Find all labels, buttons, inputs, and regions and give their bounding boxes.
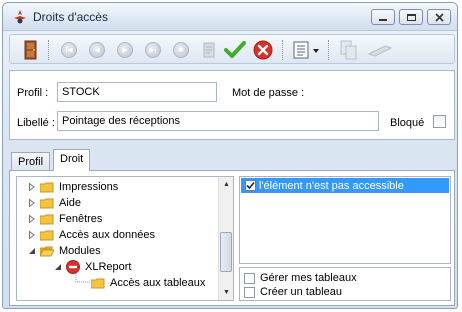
folder-open-icon (40, 246, 54, 256)
copy-icon (340, 40, 357, 60)
tree-item-label: XLReport (85, 261, 132, 273)
window: Droits d'accès |◀ ◀ ▶ ▶| ✱ Profil: STOC… (2, 2, 458, 309)
tree-item-acces-donnees[interactable]: Accès aux données (27, 227, 155, 243)
tree-item-impressions[interactable]: Impressions (27, 179, 118, 195)
option-checkbox[interactable] (244, 272, 255, 284)
tree-item-aide[interactable]: Aide (27, 195, 81, 211)
app-icon (14, 10, 26, 24)
last-record-icon: ▶| (145, 42, 161, 58)
libelle-label: Libellé : (17, 117, 55, 129)
new-record-button[interactable]: ✱ (170, 39, 192, 61)
expand-arrow-icon[interactable] (27, 183, 36, 192)
title-bar: Droits d'accès (3, 3, 457, 31)
option-creer-tableau[interactable]: Créer un tableau (244, 285, 342, 299)
first-record-icon: |◀ (61, 42, 77, 58)
rights-tree[interactable]: Impressions Aide Fenêtres Accès aux donn… (16, 176, 234, 301)
tree-scrollbar[interactable]: ▲ ▼ (218, 177, 233, 300)
folder-icon (91, 278, 105, 288)
last-record-button[interactable]: ▶| (142, 39, 164, 61)
rights-checkbox[interactable] (245, 180, 256, 191)
previous-record-button[interactable]: ◀ (86, 39, 108, 61)
toolbar: |◀ ◀ ▶ ▶| ✱ (9, 34, 455, 64)
minimize-button[interactable] (371, 9, 395, 25)
rights-list-item[interactable]: l'élément n'est pas accessible (241, 178, 449, 193)
tab-profil[interactable]: Profil (11, 152, 51, 172)
password-label: Mot de passe : (232, 87, 305, 99)
option-label: Gérer mes tableaux (260, 272, 357, 284)
profil-label: Profil : (17, 87, 49, 99)
profil-field[interactable]: STOCK (57, 82, 217, 102)
window-title: Droits d'accès (33, 10, 108, 24)
option-label: Créer un tableau (260, 286, 342, 298)
maximize-button[interactable] (399, 9, 423, 25)
rights-list: l'élément n'est pas accessible (239, 176, 451, 264)
scroll-thumb[interactable] (220, 232, 232, 272)
edit-record-icon (203, 42, 215, 58)
option-gerer-tableaux[interactable]: Gérer mes tableaux (244, 271, 357, 285)
profile-form: Profil : STOCK Mot de passe : Libellé : … (9, 70, 455, 140)
checkmark-small-icon (246, 181, 255, 190)
scroll-up-icon[interactable]: ▲ (219, 177, 233, 192)
tree-item-label: Fenêtres (59, 213, 103, 225)
option-checkbox[interactable] (244, 286, 255, 298)
scroll-down-icon[interactable]: ▼ (219, 285, 233, 300)
maximize-icon (406, 13, 416, 21)
tool-button[interactable] (366, 39, 396, 61)
first-record-button[interactable]: |◀ (58, 39, 80, 61)
checkmark-icon (224, 41, 246, 58)
collapse-arrow-icon[interactable] (27, 247, 36, 256)
folder-icon (40, 182, 54, 192)
list-menu-icon (293, 41, 319, 59)
tree-item-xlreport[interactable]: XLReport (53, 259, 131, 275)
tree-item-label: Accès aux tableaux (110, 277, 206, 289)
edit-record-button[interactable] (198, 39, 220, 61)
tree-item-acces-tableaux[interactable]: Accès aux tableaux (91, 275, 205, 291)
tree-item-modules[interactable]: Modules (27, 243, 101, 259)
collapse-arrow-icon[interactable] (53, 263, 62, 272)
previous-record-icon: ◀ (89, 42, 105, 58)
tree-item-label: Accès aux données (59, 229, 156, 241)
new-record-icon: ✱ (173, 42, 189, 58)
door-exit-icon (24, 40, 37, 60)
expand-arrow-icon[interactable] (27, 199, 36, 208)
libelle-field[interactable]: Pointage des réceptions (57, 111, 379, 131)
tab-droit[interactable]: Droit (53, 149, 91, 171)
bloque-label: Bloqué (390, 117, 425, 129)
validate-button[interactable] (224, 39, 246, 61)
copy-button[interactable] (338, 39, 360, 61)
rights-item-label: l'élément n'est pas accessible (259, 179, 404, 192)
bloque-checkbox[interactable] (433, 115, 446, 128)
tree-connector (75, 273, 90, 283)
tree-item-label: Modules (59, 245, 101, 257)
expand-arrow-icon[interactable] (27, 215, 36, 224)
minimize-icon (379, 18, 387, 21)
cancel-button[interactable] (252, 39, 274, 61)
folder-icon (40, 230, 54, 240)
cancel-icon (253, 40, 273, 60)
close-button[interactable] (427, 9, 451, 25)
list-menu-button[interactable] (292, 39, 322, 61)
options-list: Gérer mes tableaux Créer un tableau (239, 267, 451, 301)
tree-item-label: Aide (59, 197, 82, 209)
expand-arrow-icon[interactable] (27, 231, 36, 240)
next-record-icon: ▶ (117, 42, 133, 58)
close-icon (434, 12, 444, 22)
folder-icon (40, 214, 54, 224)
exit-button[interactable] (20, 39, 42, 61)
tree-item-label: Impressions (59, 181, 119, 193)
droit-tab-page: Impressions Aide Fenêtres Accès aux donn… (9, 170, 455, 306)
tree-item-fenetres[interactable]: Fenêtres (27, 211, 102, 227)
tool-icon (367, 45, 393, 57)
access-denied-icon (66, 260, 80, 274)
next-record-button[interactable]: ▶ (114, 39, 136, 61)
folder-icon (40, 198, 54, 208)
